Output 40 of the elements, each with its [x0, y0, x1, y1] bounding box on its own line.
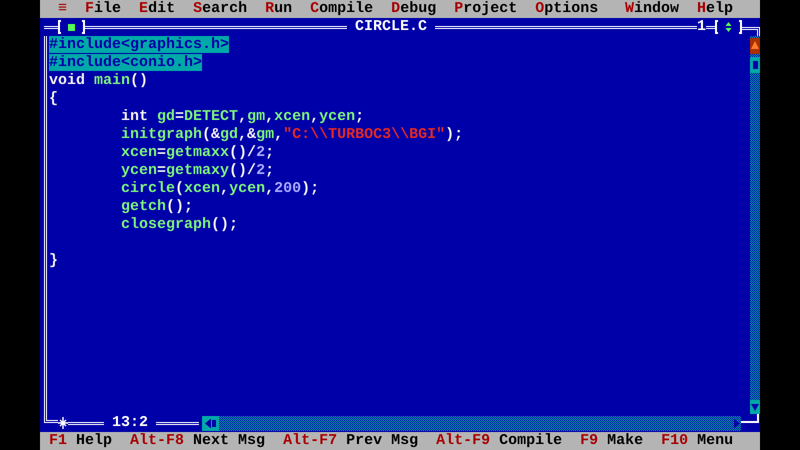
system-menu-button[interactable]: ≡: [49, 0, 76, 18]
code-line: {: [49, 90, 60, 108]
cursor-position: 13:2: [111, 414, 150, 432]
scroll-left-icon[interactable]: [202, 416, 219, 430]
menu-item[interactable]: Compile: [301, 0, 382, 18]
scroll-up-icon[interactable]: [750, 38, 760, 54]
code-line: initgraph(&gd,&gm,"C:\\TURBOC3\\BGI");: [120, 126, 464, 144]
horizontal-scrollbar[interactable]: [202, 416, 741, 430]
shortcut-hint: F10 Menu: [661, 432, 734, 450]
window-number: 1: [696, 18, 706, 36]
menu-item[interactable]: Search: [184, 0, 256, 18]
menu-item[interactable]: Help: [688, 0, 742, 18]
shortcut-hint: F9 Make: [580, 432, 644, 450]
resize-icon[interactable]: [58, 417, 68, 429]
code-line: closegraph();: [120, 216, 240, 234]
menu-item[interactable]: Project: [445, 0, 526, 18]
code-line: ycen=getmaxy()/2;: [120, 162, 276, 180]
shortcut-hint: Alt-F7 Prev Msg: [283, 432, 418, 450]
code-line: circle(xcen,ycen,200);: [120, 180, 320, 198]
code-line: int gd=DETECT,gm,xcen,ycen;: [120, 108, 366, 126]
shortcut-hint: Alt-F9 Compile: [436, 432, 562, 450]
scroll-down-icon[interactable]: [750, 400, 760, 414]
window-title: CIRCLE.C: [354, 18, 428, 36]
menu-item[interactable]: Options: [526, 0, 608, 18]
code-line: void main(): [49, 72, 150, 90]
code-line: getch();: [120, 198, 194, 216]
shortcut-hint: Alt-F8 Next Msg: [130, 432, 266, 450]
vertical-scrollbar[interactable]: [750, 36, 760, 414]
code-line: }: [49, 252, 60, 270]
menu-item[interactable]: Debug: [382, 0, 446, 18]
shortcut-hint: F1 Help: [49, 432, 112, 450]
menu-item[interactable]: Edit: [130, 0, 184, 18]
menu-item[interactable]: Run: [256, 0, 302, 18]
frame-corner: [741, 414, 759, 423]
close-button[interactable]: [58, 19, 85, 35]
code-line: xcen=getmaxx()/2;: [120, 144, 276, 162]
scroll-thumb-icon[interactable]: [750, 57, 760, 73]
menu-item[interactable]: File: [76, 0, 130, 18]
zoom-button[interactable]: [715, 19, 742, 35]
menu-item[interactable]: Window: [616, 0, 688, 18]
